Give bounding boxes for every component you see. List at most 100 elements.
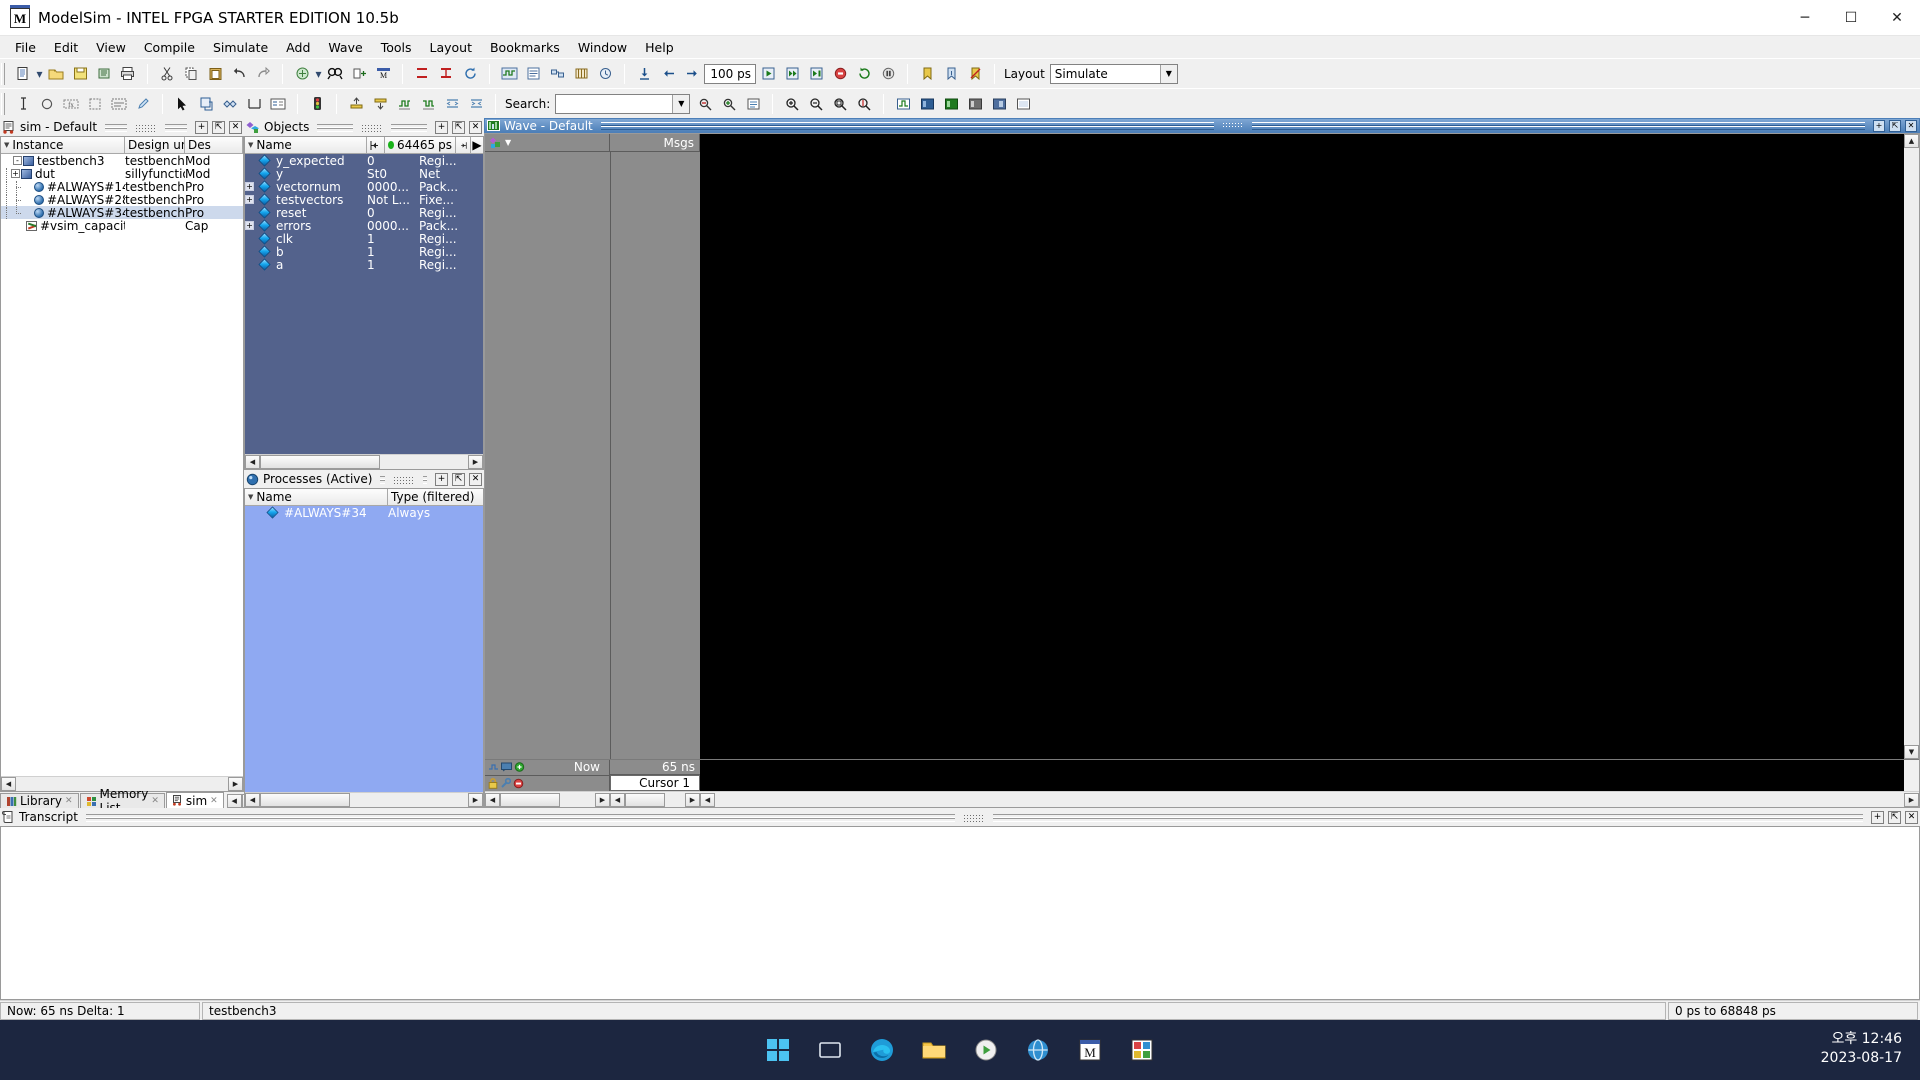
search-input[interactable]: ▼ xyxy=(555,93,691,114)
objects-row[interactable]: a 1 Regi... xyxy=(245,258,483,272)
objects-col-name[interactable]: ▼ Name xyxy=(245,137,367,153)
objects-row[interactable]: clk 1 Regi... xyxy=(245,232,483,246)
zoom-out-icon[interactable] xyxy=(804,92,828,116)
traffic-light-icon[interactable] xyxy=(305,92,329,116)
wave-color-2-icon[interactable] xyxy=(915,92,939,116)
sim-scroll-left-icon[interactable]: ◀ xyxy=(1,777,16,791)
stop-icon[interactable] xyxy=(828,62,852,86)
wave-vals-scroll-right-icon[interactable]: ▶ xyxy=(685,792,700,807)
properties-icon[interactable] xyxy=(266,92,290,116)
wrench-icon[interactable] xyxy=(500,777,511,789)
processes-list[interactable]: #ALWAYS#34 Always xyxy=(245,506,483,792)
menu-simulate[interactable]: Simulate xyxy=(204,38,277,57)
layout-select[interactable]: Simulate ▼ xyxy=(1049,63,1178,84)
wave-cursor-row[interactable]: Cursor 1 xyxy=(610,775,700,791)
wave-right-icon[interactable] xyxy=(416,92,440,116)
restart-icon[interactable] xyxy=(458,62,482,86)
objects-hscrollbar[interactable]: ◀ ▶ xyxy=(245,454,483,469)
measure-icon[interactable] xyxy=(242,92,266,116)
sim-col-instance[interactable]: ▼ Instance xyxy=(1,137,125,153)
circle-icon[interactable] xyxy=(35,92,59,116)
search-next-icon[interactable] xyxy=(717,92,741,116)
objects-col-next-icon[interactable] xyxy=(456,137,471,153)
bookmark-add-icon[interactable] xyxy=(915,62,939,86)
compile-icon[interactable] xyxy=(290,62,314,86)
objects-row-expander[interactable]: + xyxy=(245,195,254,204)
wave-add-cursor-icon[interactable] xyxy=(514,762,525,772)
sim-pane-undock-button[interactable]: ⇱ xyxy=(212,120,225,134)
objects-row[interactable]: reset 0 Regi... xyxy=(245,206,483,220)
wave-names-scroll-left-icon[interactable]: ◀ xyxy=(485,792,500,807)
file-explorer-icon[interactable] xyxy=(916,1032,952,1068)
sim-tree-expander[interactable]: - xyxy=(13,156,22,165)
sim-col-design-type[interactable]: Des xyxy=(185,137,243,153)
start-icon[interactable] xyxy=(760,1032,796,1068)
processes-pane-dock-button[interactable]: + xyxy=(435,472,449,486)
add-column-icon[interactable] xyxy=(347,62,371,86)
wave-color-5-icon[interactable] xyxy=(987,92,1011,116)
processes-pane-undock-button[interactable]: ⇱ xyxy=(452,472,466,486)
menu-tools[interactable]: Tools xyxy=(372,38,421,57)
cut-icon[interactable] xyxy=(155,62,179,86)
tabstrip-scroll-left-icon[interactable]: ◀ xyxy=(226,794,242,808)
zoom-select-icon[interactable] xyxy=(194,92,218,116)
wave-scroll-up-icon[interactable]: ▲ xyxy=(1904,134,1919,148)
sim-tree-row[interactable]: -testbench3testbench3Mod xyxy=(1,154,243,168)
highlight-icon[interactable] xyxy=(131,92,155,116)
objects-scroll-right-icon[interactable]: ▶ xyxy=(468,455,483,469)
wave-scroll-down-icon[interactable]: ▼ xyxy=(1904,745,1919,759)
tab-library[interactable]: Library ✕ xyxy=(0,793,79,808)
sim-tree-expander[interactable]: + xyxy=(11,169,20,178)
wave-names-scroll-right-icon[interactable]: ▶ xyxy=(595,792,610,807)
wave-color-3-icon[interactable] xyxy=(939,92,963,116)
taskbar-clock[interactable]: 오후 12:46 2023-08-17 xyxy=(1821,1030,1902,1068)
select-region-icon[interactable] xyxy=(83,92,107,116)
run-icon[interactable] xyxy=(756,62,780,86)
quartus-icon[interactable] xyxy=(1124,1032,1160,1068)
wave-pane-dock-button[interactable]: + xyxy=(1873,119,1885,132)
print-icon[interactable] xyxy=(116,62,140,86)
transcript-dock-button[interactable]: + xyxy=(1871,810,1884,824)
wave-names-scroll-track[interactable] xyxy=(500,792,595,807)
sim-col-design-unit[interactable]: Design unit xyxy=(125,137,185,153)
wave-signal-values[interactable] xyxy=(610,152,700,759)
step-back-icon[interactable] xyxy=(656,62,680,86)
objects-row-expander[interactable]: + xyxy=(245,182,254,191)
menu-add[interactable]: Add xyxy=(277,38,319,57)
open-icon[interactable] xyxy=(44,62,68,86)
objects-row[interactable]: + vectornum 0000... Pack... xyxy=(245,180,483,194)
search-chevron-down-icon[interactable]: ▼ xyxy=(672,94,690,113)
search-options-icon[interactable] xyxy=(741,92,765,116)
wave-palette-icon[interactable] xyxy=(489,137,502,149)
wave-zoom-icon[interactable] xyxy=(497,62,521,86)
menu-bookmarks[interactable]: Bookmarks xyxy=(481,38,569,57)
browser-icon[interactable] xyxy=(1020,1032,1056,1068)
objects-row-expander[interactable]: + xyxy=(245,221,254,230)
objects-list[interactable]: y_expected 0 Regi... y St0 Net + vectornum 0000.… xyxy=(245,154,483,454)
wave-name-header[interactable]: ▼ xyxy=(485,134,610,152)
processes-hscrollbar[interactable]: ◀ ▶ xyxy=(245,792,483,807)
menu-view[interactable]: View xyxy=(87,38,135,57)
sim-tree-row[interactable]: #ALWAYS#28testbench3Pro xyxy=(1,193,243,207)
wave-vals-scroll-track[interactable] xyxy=(625,792,685,807)
wave-color-6-icon[interactable] xyxy=(1011,92,1035,116)
wave-memory-icon[interactable] xyxy=(569,62,593,86)
menu-compile[interactable]: Compile xyxy=(135,38,204,57)
restart-sim-icon[interactable] xyxy=(852,62,876,86)
wave-dataflow-icon[interactable] xyxy=(545,62,569,86)
save-icon[interactable] xyxy=(68,62,92,86)
menu-file[interactable]: File xyxy=(6,38,45,57)
insert-cursor-icon[interactable] xyxy=(11,92,35,116)
tab-memory-list[interactable]: Memory List ✕ xyxy=(79,787,165,815)
wave-color-1-icon[interactable] xyxy=(891,92,915,116)
zoom-fit-icon[interactable] xyxy=(828,92,852,116)
sim-pane-close-button[interactable]: ✕ xyxy=(229,120,242,134)
tab-sim-close-icon[interactable]: ✕ xyxy=(210,796,218,806)
pointer-icon[interactable] xyxy=(170,92,194,116)
modelsim-logo-icon[interactable]: M xyxy=(371,62,395,86)
objects-pane-close-button[interactable]: ✕ xyxy=(469,120,482,134)
save-all-icon[interactable] xyxy=(92,62,116,86)
objects-col-sort-icon[interactable] xyxy=(367,137,385,153)
signal-up-icon[interactable] xyxy=(344,92,368,116)
bookmark-clear-icon[interactable] xyxy=(963,62,987,86)
